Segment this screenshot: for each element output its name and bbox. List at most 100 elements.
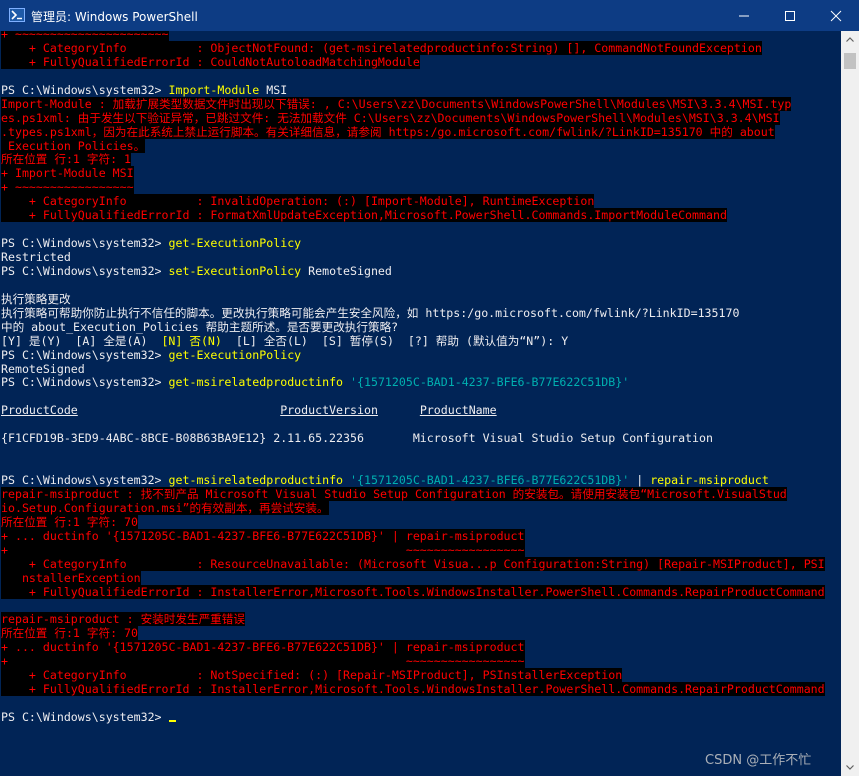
watermark: CSDN @工作不忙 [705, 753, 812, 768]
console-line: 中的 about_Execution_Policies 帮助主题所述。是否要更改… [1, 319, 825, 335]
scroll-up-button[interactable] [841, 31, 859, 48]
console-text-segment: ProductName [419, 403, 497, 418]
console-line: 执行策略可帮助你防止执行不信任的脚本。更改执行策略可能会产生安全风险，如 htt… [1, 305, 825, 321]
console-text-segment: get-msirelatedproductinfo [168, 473, 344, 487]
console-text-segment: 执行策略可帮助你防止执行不信任的脚本。更改执行策略可能会产生安全风险，如 htt… [1, 305, 740, 320]
console-text-segment: repair-msiproduct : 找不到产品 Microsoft Visu… [1, 486, 787, 501]
console-text-segment: es.ps1xml: 由于发生以下验证异常，已跳过文件: 无法加载文件 C:\U… [1, 110, 780, 125]
console-text-segment: Import-Module : 加载扩展类型数据文件时出现以下错误: , C:\… [1, 96, 792, 111]
scroll-down-button[interactable] [841, 759, 859, 776]
console-line: Restricted [1, 250, 825, 265]
console-text-segment: 所在位置 行:1 字符: 70 [1, 514, 138, 529]
console-text-segment: + ~~~~~~~~~~~~~~~~~ [1, 542, 525, 557]
console-text-segment: + ~~~~~~~~~~~~~~~~~ [1, 180, 134, 195]
console-text-segment: [Y] 是(Y) [A] 全是(A) [1, 333, 162, 348]
console-line: + FullyQualifiedErrorId : InstallerError… [1, 682, 825, 697]
console-line: {F1CFD19B-3ED9-4ABC-8BCE-B08B63BA9E12} 2… [1, 431, 825, 446]
console-text-segment: RemoteSigned [301, 263, 392, 278]
console-text-segment: '{1571205C-BAD1-4237-BFE6-B77E622C51DB}' [343, 375, 630, 390]
console-text-segment: 所在位置 行:1 字符: 1 [1, 152, 132, 167]
window-title: 管理员: Windows PowerShell [31, 10, 198, 24]
console-text-segment: PS C:\Windows\system32> [1, 82, 169, 97]
console-text-segment: 执行策略更改 [1, 291, 71, 306]
console-text-segment: + FullyQualifiedErrorId : InstallerError… [1, 584, 825, 599]
console-text-segment: .types.ps1xml，因为在此系统上禁止运行脚本。有关详细信息，请参阅 h… [1, 124, 775, 139]
console-line: PS C:\Windows\system32> get-ExecutionPol… [1, 236, 825, 251]
console-line: + CategoryInfo : InvalidOperation: (:) [… [1, 194, 825, 209]
close-icon [830, 10, 842, 22]
console-text-segment: get-msirelatedproductinfo [168, 375, 344, 390]
console-text-segment: + ~~~~~~~~~~~~~~~~~ [1, 654, 525, 669]
console-line: .types.ps1xml，因为在此系统上禁止运行脚本。有关详细信息，请参阅 h… [1, 124, 825, 140]
console-line: Import-Module : 加载扩展类型数据文件时出现以下错误: , C:\… [1, 96, 825, 112]
console-text-segment: + FullyQualifiedErrorId : InstallerError… [1, 682, 825, 697]
console-text-segment: ProductVersion [280, 403, 378, 418]
console-line: PS C:\Windows\system32> get-msirelatedpr… [1, 375, 825, 390]
console-line: ProductCode ProductVersion ProductName [1, 403, 825, 418]
console-text-segment: 中的 about_Execution_Policies 帮助主题所述。是否要更改… [1, 319, 399, 334]
console-text-segment: {F1CFD19B-3ED9-4ABC-8BCE-B08B63BA9E12} 2… [1, 431, 713, 446]
console-line: io.Setup.Configuration.msi”的有效副本，再尝试安装。 [1, 500, 825, 516]
console-text-segment: | [629, 473, 651, 487]
console-text-segment: PS C:\Windows\system32> [1, 709, 169, 724]
console-line: nstallerException [1, 570, 825, 586]
console-text-segment: repair-msiproduct : 安装时发生严重错误 [1, 612, 245, 627]
console-text-segment: '{1571205C-BAD1-4237-BFE6-B77E622C51DB}' [343, 473, 630, 487]
console-text-segment: PS C:\Windows\system32> [1, 473, 169, 487]
console-line: + ~~~~~~~~~~~~~~~~~ [1, 180, 825, 195]
console-line: + ~~~~~~~~~~~~~~~~~ [1, 654, 825, 669]
console-line: [Y] 是(Y) [A] 全是(A) [N] 否(N) [L] 全否(L) [S… [1, 333, 825, 349]
vertical-scrollbar[interactable] [841, 31, 859, 776]
scroll-up-arrow-icon [846, 37, 854, 42]
console-text-segment [78, 403, 280, 417]
scrollbar-thumb[interactable] [844, 53, 856, 69]
close-button[interactable] [813, 0, 859, 31]
console-line: + ... ductinfo '{1571205C-BAD1-4237-BFE6… [1, 640, 825, 655]
title-bar[interactable]: 管理员: Windows PowerShell [0, 0, 859, 31]
console-text-segment: PS C:\Windows\system32> [1, 347, 169, 362]
console-text-segment: PS C:\Windows\system32> [1, 375, 169, 390]
console-text-segment: + CategoryInfo : InvalidOperation: (:) [… [1, 194, 595, 209]
console-text-segment: RemoteSigned [1, 361, 85, 376]
console-text-segment: set-ExecutionPolicy [168, 263, 302, 278]
console-line: PS C:\Windows\system32> [1, 709, 825, 725]
console-line: 所在位置 行:1 字符: 1 [1, 152, 825, 167]
minimize-icon [739, 15, 749, 17]
console-line: PS C:\Windows\system32> set-ExecutionPol… [1, 263, 825, 279]
console-text-segment: [L] 全否(L) [S] 暂停(S) [?] 帮助 (默认值为“N”): Y [221, 333, 569, 348]
powershell-window: 管理员: Windows PowerShell + ~~~~~~~~~~~~~~… [0, 0, 859, 776]
console-output-area[interactable]: + ~~~~~~~~~~~~~~~~~~~~~~ + CategoryInfo … [0, 31, 841, 776]
console-text-segment: PS C:\Windows\system32> [1, 263, 169, 278]
console-text-segment: 所在位置 行:1 字符: 70 [1, 626, 138, 641]
console-text-segment: MSI [259, 82, 288, 97]
console-line: + ... ductinfo '{1571205C-BAD1-4237-BFE6… [1, 528, 825, 544]
console-line: repair-msiproduct : 找不到产品 Microsoft Visu… [1, 486, 825, 502]
console-text-segment: [N] 否(N) [161, 333, 222, 348]
console-text-segment: ProductCode [1, 403, 78, 418]
console-line: 所在位置 行:1 字符: 70 [1, 626, 825, 641]
console-text-segment: get-ExecutionPolicy [168, 236, 302, 251]
console-text-segment: _Execution_Policies。 [1, 138, 146, 153]
console-line: repair-msiproduct : 安装时发生严重错误 [1, 612, 825, 627]
console-line: PS C:\Windows\system32> Import-Module MS… [1, 82, 825, 98]
console-text-segment: + CategoryInfo : ObjectNotFound: (get-ms… [1, 40, 762, 55]
text-cursor [168, 719, 176, 722]
console-line: 执行策略更改 [1, 291, 825, 307]
console-text-segment: + Import-Module MSI [1, 166, 134, 181]
console-text: + ~~~~~~~~~~~~~~~~~~~~~~ + CategoryInfo … [1, 31, 825, 725]
minimize-button[interactable] [721, 0, 767, 31]
console-text-segment: Import-Module [168, 82, 260, 97]
console-text-segment: get-ExecutionPolicy [168, 347, 302, 362]
console-line: 所在位置 行:1 字符: 70 [1, 514, 825, 530]
console-line: _Execution_Policies。 [1, 138, 825, 154]
console-line: PS C:\Windows\system32> get-ExecutionPol… [1, 347, 825, 363]
console-text-segment: nstallerException [1, 570, 141, 585]
console-text-segment: + FullyQualifiedErrorId : FormatXmlUpdat… [1, 208, 727, 223]
powershell-icon[interactable] [9, 8, 25, 22]
maximize-button[interactable] [767, 0, 813, 31]
